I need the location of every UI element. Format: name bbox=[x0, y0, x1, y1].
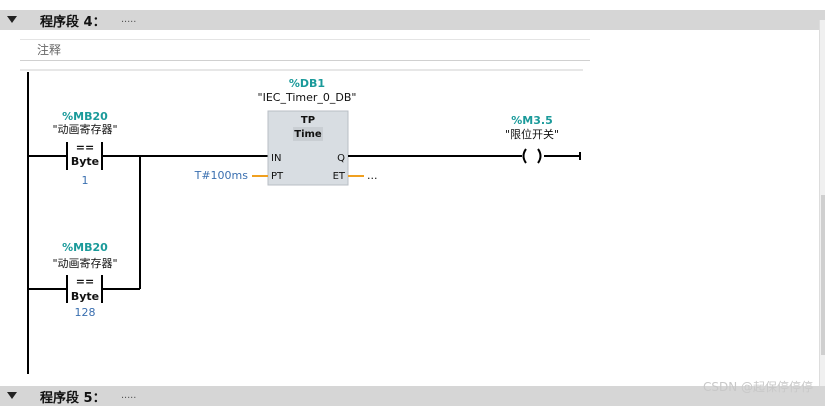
contact1-value: 1 bbox=[82, 174, 89, 187]
timer-et-value[interactable]: ... bbox=[367, 169, 378, 182]
timer-et-pin: ET bbox=[333, 171, 346, 182]
timer-pt-value[interactable]: T#100ms bbox=[194, 169, 249, 182]
timer-db: %DB1 bbox=[289, 77, 325, 90]
ladder-network: %MB20 "动画寄存器" == Byte 1 %MB20 "动画寄存器" ==… bbox=[20, 69, 583, 374]
contact2-operator: == bbox=[76, 275, 94, 288]
coil-name: "限位开关" bbox=[505, 127, 559, 141]
scrollbar-thumb[interactable] bbox=[821, 195, 825, 355]
timer-type: Time bbox=[294, 129, 322, 140]
contact2-address: %MB20 bbox=[62, 241, 108, 254]
compare-contact-2[interactable]: %MB20 "动画寄存器" == Byte 128 bbox=[52, 241, 117, 319]
watermark: CSDN @起保停停停 bbox=[702, 380, 813, 394]
segment-5-title: 程序段 5： bbox=[40, 390, 106, 406]
contact1-type: Byte bbox=[71, 155, 99, 168]
coil-address: %M3.5 bbox=[511, 114, 552, 127]
segment-5-header[interactable]: 程序段 5： ..... bbox=[0, 386, 825, 406]
collapse-triangle-icon[interactable] bbox=[7, 392, 17, 399]
segment-5-dots[interactable]: ..... bbox=[121, 389, 136, 401]
timer-kind: TP bbox=[301, 115, 315, 126]
contact2-name: "动画寄存器" bbox=[52, 256, 117, 270]
timer-instance: "IEC_Timer_0_DB" bbox=[258, 91, 357, 104]
timer-pt-pin: PT bbox=[271, 171, 284, 182]
tp-timer-block[interactable]: %DB1 "IEC_Timer_0_DB" TP Time IN PT Q ET bbox=[258, 77, 357, 186]
contact1-operator: == bbox=[76, 141, 94, 154]
contact2-value: 128 bbox=[75, 306, 96, 319]
timer-in-pin: IN bbox=[271, 153, 281, 164]
contact1-name: "动画寄存器" bbox=[52, 122, 117, 136]
contact2-type: Byte bbox=[71, 290, 99, 303]
timer-q-pin: Q bbox=[337, 153, 345, 164]
contact1-address: %MB20 bbox=[62, 110, 108, 123]
compare-contact-1[interactable]: %MB20 "动画寄存器" == Byte 1 bbox=[52, 110, 117, 187]
vertical-scrollbar[interactable] bbox=[819, 20, 825, 386]
